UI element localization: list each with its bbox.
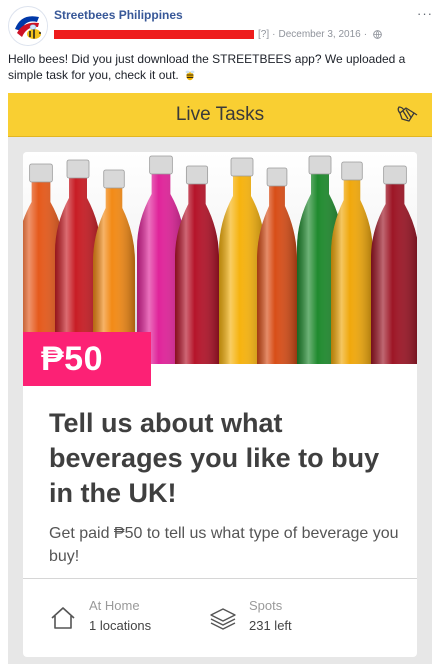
bottle-cap [149, 155, 173, 175]
bee-icon [185, 70, 195, 81]
bottle-cap [185, 165, 209, 185]
globe-icon[interactable] [373, 29, 382, 39]
spots-value: 231 left [249, 618, 292, 633]
bottle-cap [341, 161, 363, 181]
app-header-title: Live Tasks [175, 104, 265, 125]
post-meta: [?] · December 3, 2016 · [54, 27, 382, 41]
post-message: Hello bees! Did you just download the ST… [8, 52, 406, 82]
meta-separator: · [272, 28, 276, 40]
app-header: Live Tasks [8, 93, 432, 137]
facebook-post: Streetbees Philippines [?] · December 3,… [0, 0, 441, 664]
bottle-cap [230, 157, 254, 177]
page-avatar[interactable] [8, 6, 48, 46]
bottle-cap [383, 165, 407, 185]
task-description: Get paid ₱50 to tell us what type of bev… [49, 525, 399, 565]
meta-separator: · [363, 28, 368, 40]
task-card[interactable]: ₱50 Tell us about what beverages you lik… [23, 152, 417, 657]
task-title: Tell us about what beverages you like to… [49, 408, 380, 508]
bottle-cap [308, 155, 332, 175]
location-label: At Home [89, 598, 140, 613]
more-options-button[interactable]: ··· [417, 6, 433, 21]
bottle-cap [103, 169, 125, 189]
post-text: Hello bees! Did you just download the ST… [8, 51, 434, 83]
bottle-cap [29, 163, 53, 183]
task-price-badge: ₱50 [23, 332, 151, 386]
app-screenshot[interactable]: Live Tasks ₱50 Tell us about what bevera… [8, 93, 432, 664]
location-value: 1 locations [89, 618, 152, 633]
bee-outline-icon[interactable] [396, 104, 418, 126]
page-name-link[interactable]: Streetbees Philippines [54, 8, 183, 22]
spots-label: Spots [249, 598, 283, 613]
stack-icon [210, 608, 236, 630]
streetbees-logo-icon [10, 8, 47, 45]
post-date-link[interactable]: December 3, 2016 [278, 29, 360, 40]
help-marker[interactable]: [?] [258, 29, 269, 40]
card-divider [23, 578, 417, 579]
house-icon [51, 607, 75, 629]
bottle-cap [66, 159, 90, 179]
redacted-bar [54, 29, 254, 39]
bottle-cap [266, 167, 288, 187]
